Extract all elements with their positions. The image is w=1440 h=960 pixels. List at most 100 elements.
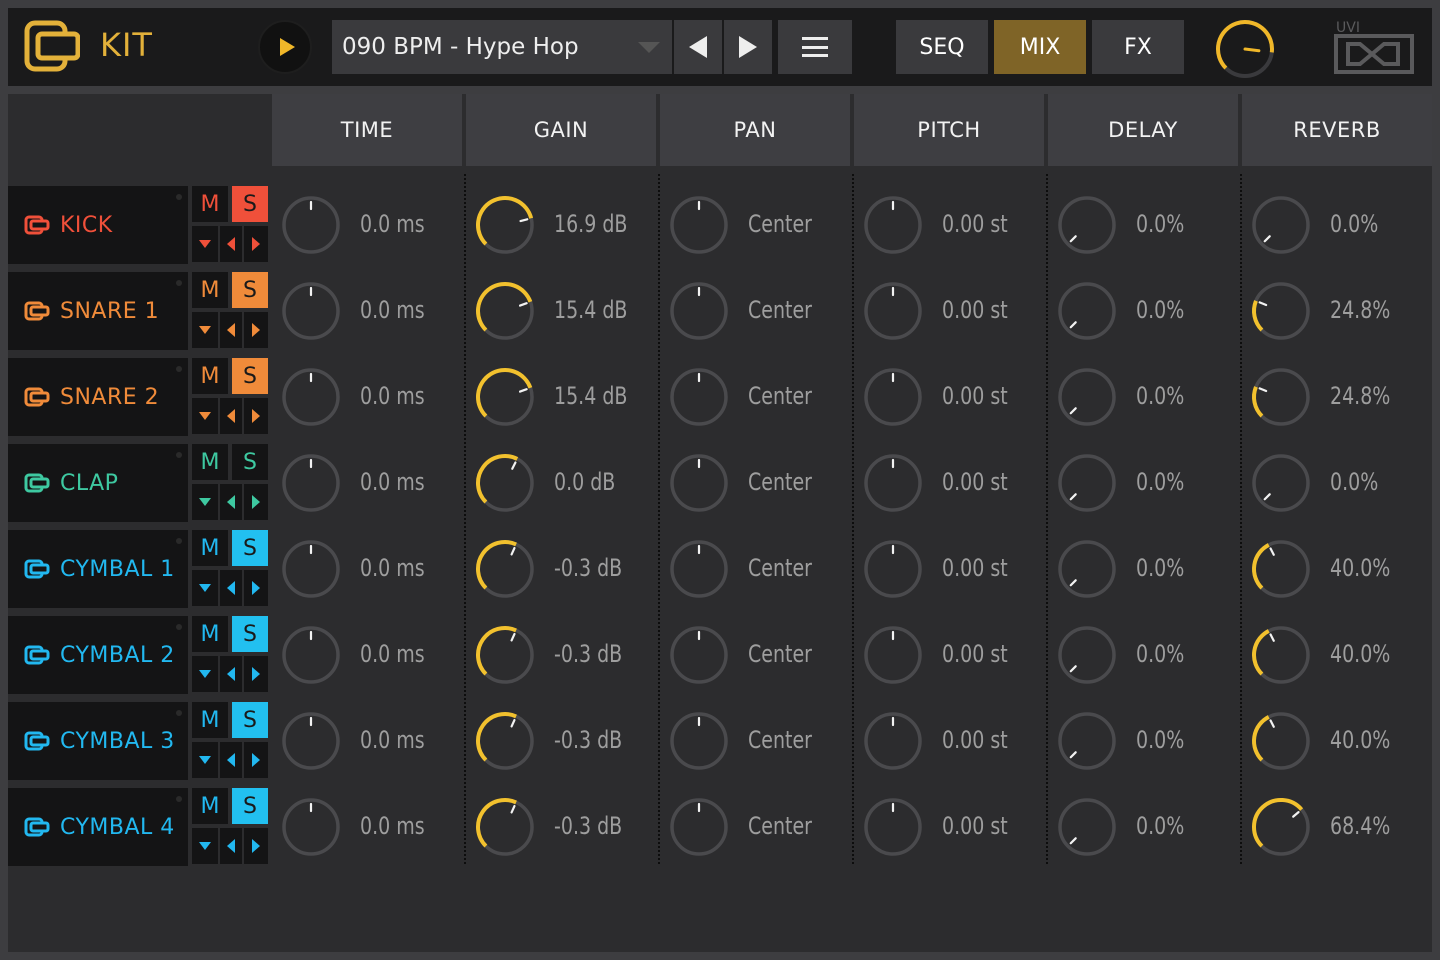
delay-knob[interactable] bbox=[1056, 796, 1118, 858]
next-sample-button[interactable] bbox=[244, 570, 268, 606]
solo-button[interactable]: S bbox=[232, 702, 268, 738]
prev-sample-button[interactable] bbox=[220, 312, 242, 348]
delay-knob[interactable] bbox=[1056, 710, 1118, 772]
gain-knob[interactable] bbox=[474, 624, 536, 686]
pitch-knob[interactable] bbox=[862, 710, 924, 772]
prev-sample-button[interactable] bbox=[220, 742, 242, 778]
next-sample-button[interactable] bbox=[244, 656, 268, 692]
pan-knob[interactable] bbox=[668, 538, 730, 600]
time-knob[interactable] bbox=[280, 452, 342, 514]
next-sample-button[interactable] bbox=[244, 828, 268, 864]
output-dropdown-button[interactable] bbox=[192, 742, 218, 778]
gain-knob[interactable] bbox=[474, 538, 536, 600]
delay-knob[interactable] bbox=[1056, 366, 1118, 428]
pan-knob[interactable] bbox=[668, 710, 730, 772]
next-sample-button[interactable] bbox=[244, 742, 268, 778]
delay-knob[interactable] bbox=[1056, 538, 1118, 600]
prev-sample-button[interactable] bbox=[220, 828, 242, 864]
reverb-knob[interactable] bbox=[1250, 452, 1312, 514]
time-knob[interactable] bbox=[280, 366, 342, 428]
mute-button[interactable]: M bbox=[192, 702, 228, 738]
next-preset-button[interactable] bbox=[724, 20, 772, 74]
tab-fx[interactable]: FX bbox=[1092, 20, 1184, 74]
next-sample-button[interactable] bbox=[244, 398, 268, 434]
pitch-knob[interactable] bbox=[862, 366, 924, 428]
mute-button[interactable]: M bbox=[192, 788, 228, 824]
previous-preset-button[interactable] bbox=[674, 20, 722, 74]
mute-button[interactable]: M bbox=[192, 186, 228, 222]
prev-sample-button[interactable] bbox=[220, 570, 242, 606]
mute-button[interactable]: M bbox=[192, 616, 228, 652]
mute-button[interactable]: M bbox=[192, 272, 228, 308]
pitch-knob[interactable] bbox=[862, 624, 924, 686]
track-name-button[interactable]: SNARE 2 bbox=[8, 358, 188, 436]
track-name-button[interactable]: CYMBAL 2 bbox=[8, 616, 188, 694]
delay-knob[interactable] bbox=[1056, 194, 1118, 256]
next-sample-button[interactable] bbox=[244, 484, 268, 520]
prev-sample-button[interactable] bbox=[220, 656, 242, 692]
solo-button[interactable]: S bbox=[232, 272, 268, 308]
gain-knob[interactable] bbox=[474, 452, 536, 514]
pan-knob[interactable] bbox=[668, 452, 730, 514]
solo-button[interactable]: S bbox=[232, 444, 268, 480]
master-volume-knob[interactable] bbox=[1214, 18, 1276, 80]
time-knob[interactable] bbox=[280, 796, 342, 858]
pan-knob[interactable] bbox=[668, 796, 730, 858]
solo-button[interactable]: S bbox=[232, 616, 268, 652]
gain-knob[interactable] bbox=[474, 710, 536, 772]
track-name-button[interactable]: SNARE 1 bbox=[8, 272, 188, 350]
mute-button[interactable]: M bbox=[192, 358, 228, 394]
delay-knob[interactable] bbox=[1056, 624, 1118, 686]
time-knob[interactable] bbox=[280, 624, 342, 686]
pitch-knob[interactable] bbox=[862, 194, 924, 256]
solo-button[interactable]: S bbox=[232, 186, 268, 222]
output-dropdown-button[interactable] bbox=[192, 828, 218, 864]
mute-button[interactable]: M bbox=[192, 530, 228, 566]
gain-knob[interactable] bbox=[474, 194, 536, 256]
time-knob[interactable] bbox=[280, 538, 342, 600]
tab-mix[interactable]: MIX bbox=[994, 20, 1086, 74]
next-sample-button[interactable] bbox=[244, 312, 268, 348]
next-sample-button[interactable] bbox=[244, 226, 268, 262]
output-dropdown-button[interactable] bbox=[192, 226, 218, 262]
output-dropdown-button[interactable] bbox=[192, 398, 218, 434]
track-name-button[interactable]: CYMBAL 4 bbox=[8, 788, 188, 866]
gain-knob[interactable] bbox=[474, 796, 536, 858]
output-dropdown-button[interactable] bbox=[192, 312, 218, 348]
gain-knob[interactable] bbox=[474, 280, 536, 342]
menu-button[interactable] bbox=[778, 20, 852, 74]
track-name-button[interactable]: CYMBAL 3 bbox=[8, 702, 188, 780]
play-button[interactable] bbox=[258, 20, 312, 74]
pan-knob[interactable] bbox=[668, 194, 730, 256]
prev-sample-button[interactable] bbox=[220, 226, 242, 262]
output-dropdown-button[interactable] bbox=[192, 656, 218, 692]
delay-knob[interactable] bbox=[1056, 452, 1118, 514]
preset-selector[interactable]: 090 BPM - Hype Hop bbox=[332, 20, 672, 74]
tab-seq[interactable]: SEQ bbox=[896, 20, 988, 74]
output-dropdown-button[interactable] bbox=[192, 484, 218, 520]
pitch-knob[interactable] bbox=[862, 280, 924, 342]
reverb-knob[interactable] bbox=[1250, 796, 1312, 858]
solo-button[interactable]: S bbox=[232, 530, 268, 566]
prev-sample-button[interactable] bbox=[220, 484, 242, 520]
pitch-knob[interactable] bbox=[862, 452, 924, 514]
time-knob[interactable] bbox=[280, 280, 342, 342]
reverb-knob[interactable] bbox=[1250, 538, 1312, 600]
reverb-knob[interactable] bbox=[1250, 280, 1312, 342]
pan-knob[interactable] bbox=[668, 624, 730, 686]
delay-knob[interactable] bbox=[1056, 280, 1118, 342]
time-knob[interactable] bbox=[280, 710, 342, 772]
pan-knob[interactable] bbox=[668, 280, 730, 342]
time-knob[interactable] bbox=[280, 194, 342, 256]
gain-knob[interactable] bbox=[474, 366, 536, 428]
track-name-button[interactable]: CYMBAL 1 bbox=[8, 530, 188, 608]
pitch-knob[interactable] bbox=[862, 538, 924, 600]
track-name-button[interactable]: KICK bbox=[8, 186, 188, 264]
reverb-knob[interactable] bbox=[1250, 366, 1312, 428]
pitch-knob[interactable] bbox=[862, 796, 924, 858]
reverb-knob[interactable] bbox=[1250, 194, 1312, 256]
output-dropdown-button[interactable] bbox=[192, 570, 218, 606]
reverb-knob[interactable] bbox=[1250, 710, 1312, 772]
prev-sample-button[interactable] bbox=[220, 398, 242, 434]
mute-button[interactable]: M bbox=[192, 444, 228, 480]
